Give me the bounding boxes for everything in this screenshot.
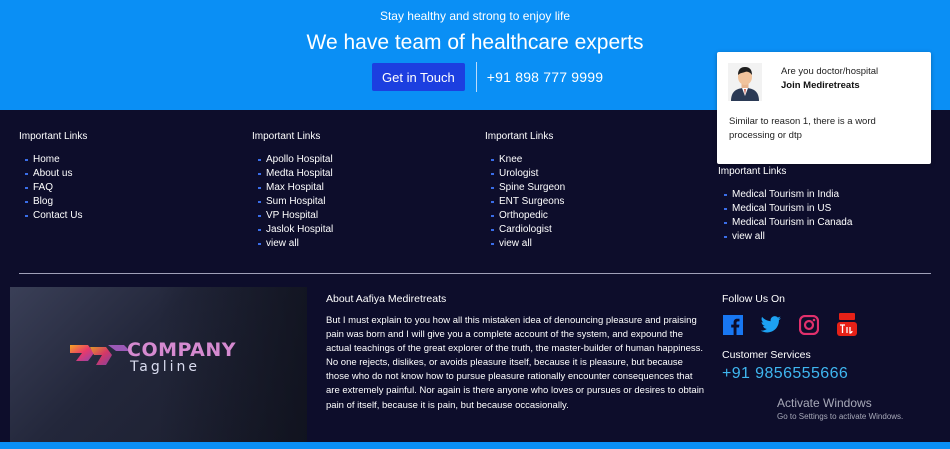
logo-wordmark: COMPANY (127, 339, 237, 361)
link-medical-tourism-us[interactable]: Medical Tourism in US (718, 202, 852, 216)
link-knee[interactable]: Knee (485, 153, 565, 167)
link-ent-surgeons[interactable]: ENT Surgeons (485, 195, 565, 209)
instagram-icon[interactable] (798, 314, 820, 336)
watermark-subtitle: Go to Settings to activate Windows. (777, 412, 904, 421)
join-link[interactable]: Join Mediretreats (781, 80, 860, 91)
twitter-icon[interactable] (760, 314, 782, 336)
link-view-all-tourism[interactable]: view all (718, 230, 852, 244)
link-view-all-specialists[interactable]: view all (485, 237, 565, 251)
activate-windows-watermark: Activate Windows Go to Settings to activ… (777, 396, 903, 421)
link-medical-tourism-canada[interactable]: Medical Tourism in Canada (718, 216, 852, 230)
card-question: Are you doctor/hospital (781, 66, 879, 77)
about-text: But I must explain to you how all this m… (326, 315, 705, 411)
logo-tagline: Tagline (130, 359, 200, 375)
link-blog[interactable]: Blog (19, 195, 87, 209)
column-title: Important Links (252, 131, 321, 142)
link-sum-hospital[interactable]: Sum Hospital (252, 195, 333, 209)
link-cardiologist[interactable]: Cardiologist (485, 223, 565, 237)
banner-phone[interactable]: +91 898 777 9999 (487, 69, 603, 85)
link-about-us[interactable]: About us (19, 167, 87, 181)
link-orthopedic[interactable]: Orthopedic (485, 209, 565, 223)
facebook-icon[interactable] (722, 314, 744, 336)
get-in-touch-button[interactable]: Get in Touch (372, 63, 465, 91)
link-contact-us[interactable]: Contact Us (19, 209, 87, 223)
link-urologist[interactable]: Urologist (485, 167, 565, 181)
link-medta-hospital[interactable]: Medta Hospital (252, 167, 333, 181)
link-apollo-hospital[interactable]: Apollo Hospital (252, 153, 333, 167)
about-section: About Aafiya Mediretreats But I must exp… (326, 293, 708, 413)
customer-services-phone[interactable]: +91 9856555666 (722, 365, 848, 383)
links-column-1: Important Links Home About us FAQ Blog C… (19, 131, 87, 223)
column-title: Important Links (718, 166, 787, 177)
doctor-join-card[interactable]: Are you doctor/hospital Join Mediretreat… (717, 52, 931, 164)
link-max-hospital[interactable]: Max Hospital (252, 181, 333, 195)
link-spine-surgeon[interactable]: Spine Surgeon (485, 181, 565, 195)
links-column-4: Important Links Medical Tourism in India… (718, 166, 852, 244)
social-icons (722, 313, 874, 336)
company-logo-image: COMPANY Tagline (10, 287, 307, 449)
bottom-bar (0, 442, 950, 449)
company-logo-icon (70, 345, 130, 365)
about-title: About Aafiya Mediretreats (326, 293, 447, 305)
link-faq[interactable]: FAQ (19, 181, 87, 195)
links-column-3: Important Links Knee Urologist Spine Sur… (485, 131, 565, 251)
customer-services-title: Customer Services (722, 349, 811, 361)
banner-tagline: Stay healthy and strong to enjoy life (379, 9, 571, 23)
link-medical-tourism-india[interactable]: Medical Tourism in India (718, 188, 852, 202)
card-body-text: Similar to reason 1, there is a word pro… (729, 116, 876, 141)
links-column-2: Important Links Apollo Hospital Medta Ho… (252, 131, 333, 251)
footer-divider (19, 273, 931, 274)
cta-separator (475, 62, 477, 92)
youtube-icon[interactable] (836, 313, 858, 336)
follow-title: Follow Us On (722, 293, 786, 305)
link-jaslok-hospital[interactable]: Jaslok Hospital (252, 223, 333, 237)
link-vp-hospital[interactable]: VP Hospital (252, 209, 333, 223)
cta-row: Get in Touch +91 898 777 9999 (372, 62, 603, 92)
link-view-all-hospitals[interactable]: view all (252, 237, 333, 251)
doctor-avatar-icon (728, 63, 762, 101)
column-title: Important Links (485, 131, 554, 142)
link-home[interactable]: Home (19, 153, 87, 167)
watermark-title: Activate Windows (777, 396, 872, 410)
column-title: Important Links (19, 131, 88, 142)
contact-section: Follow Us On Customer Services +91 98565… (722, 293, 874, 382)
